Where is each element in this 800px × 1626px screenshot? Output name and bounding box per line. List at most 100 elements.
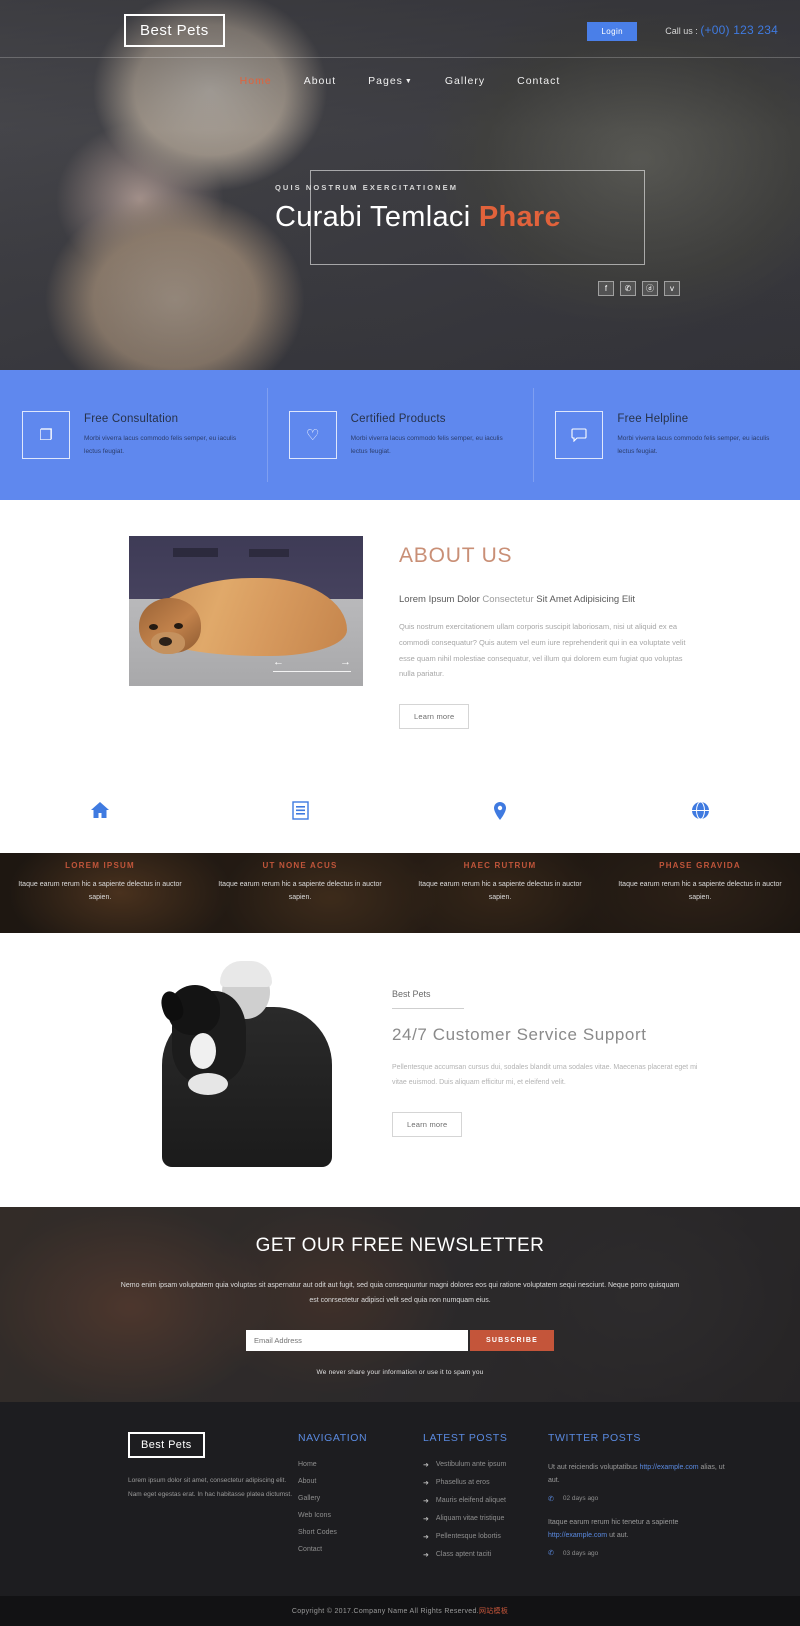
strip-title: PHASE GRAVIDA — [659, 861, 741, 870]
about-image-slider: ← → — [129, 536, 365, 729]
strip-text: Itaque earum rerum hic a sapiente delect… — [418, 881, 582, 902]
service-title: Free Consultation — [84, 412, 179, 425]
footer-latest-post-item[interactable]: ➜ Class aptent taciti — [423, 1551, 548, 1559]
slider-prev-arrow-icon[interactable]: ← — [273, 656, 284, 668]
about-learn-more-button[interactable]: Learn more — [399, 704, 470, 729]
twitter-post-text-before: Itaque earum rerum hic tenetur a sapient… — [548, 1518, 679, 1526]
site-logo[interactable]: Best Pets — [124, 14, 225, 47]
about-image-dog-eye-right — [174, 623, 183, 629]
call-us-block: Call us : (+00) 123 234 — [665, 23, 778, 37]
copyright-text: Copyright © 2017.Company Name All Rights… — [291, 1608, 479, 1616]
list-icon-svg — [291, 801, 309, 820]
email-input[interactable] — [245, 1330, 468, 1352]
about-subtitle-part-2: Sit Amet Adipisicing Elit — [536, 594, 636, 605]
about-image-dog-nose — [159, 637, 172, 646]
footer-latest-post-label: Vestibulum ante ipsum — [435, 1461, 507, 1468]
hero-text-block: QUIS NOSTRUM EXERCITATIONEM Curabi Temla… — [275, 183, 561, 234]
phone-number[interactable]: (+00) 123 234 — [700, 23, 778, 37]
main-navigation: Home About Pages ▼ Gallery Contact — [0, 57, 800, 89]
about-image-dog-eye-left — [149, 624, 158, 630]
footer-latest-post-label: Phasellus at eros — [435, 1479, 490, 1486]
strip-title: HAEC RUTRUM — [463, 861, 537, 870]
footer-link-about[interactable]: About — [298, 1478, 423, 1485]
facebook-icon[interactable]: f — [598, 281, 614, 296]
twitter-post-text: Ut aut reiciendis voluptatibus http://ex… — [548, 1461, 728, 1488]
footer-brand-column: Best Pets Lorem ipsum dolor sit amet, co… — [128, 1432, 298, 1570]
dribbble-icon[interactable]: ⓓ — [642, 281, 658, 296]
about-section: ← → ABOUT US Lorem Ipsum Dolor Consectet… — [0, 500, 800, 779]
footer-latest-post-label: Aliquam vitae tristique — [435, 1515, 505, 1522]
footer-link-contact[interactable]: Contact — [298, 1546, 423, 1553]
nav-item-pages-label: Pages — [368, 75, 403, 87]
twitter-post-link[interactable]: http://example.com — [548, 1532, 607, 1539]
support-image-dog-paw — [188, 1073, 228, 1095]
slider-progress-bar[interactable] — [273, 671, 351, 672]
vimeo-icon[interactable]: v — [664, 281, 680, 296]
twitter-icon[interactable]: ✆ — [620, 281, 636, 296]
twitter-post-link[interactable]: http://example.com — [639, 1464, 698, 1471]
footer-latest-post-item[interactable]: ➜ Vestibulum ante ipsum — [423, 1461, 548, 1469]
hero-social-links: f ✆ ⓓ v — [598, 281, 680, 296]
footer-latest-post-item[interactable]: ➜ Pellentesque lobortis — [423, 1533, 548, 1541]
footer-latest-post-label: Mauris eleifend aliquet — [435, 1497, 506, 1504]
footer-twitter-posts-heading: TWITTER POSTS — [548, 1432, 641, 1444]
footer-navigation-column: NAVIGATION Home About Gallery Web Icons … — [298, 1432, 423, 1570]
footer-logo[interactable]: Best Pets — [128, 1432, 205, 1458]
support-heading: 24/7 Customer Service Support — [392, 1025, 647, 1044]
home-icon[interactable] — [0, 801, 200, 827]
service-card-free-helpline[interactable]: Free Helpline Morbi viverra lacus commod… — [533, 370, 800, 500]
strip-text: Itaque earum rerum hic a sapiente delect… — [218, 881, 382, 902]
copyright-chinese-link[interactable]: 网站模板 — [479, 1608, 508, 1615]
service-card-free-consultation[interactable]: ❐ Free Consultation Morbi viverra lacus … — [0, 370, 267, 500]
newsletter-heading: GET OUR FREE NEWSLETTER — [255, 1235, 545, 1256]
copy-icon: ❐ — [22, 411, 70, 459]
service-title: Free Helpline — [617, 412, 689, 425]
footer-link-home[interactable]: Home — [298, 1461, 423, 1468]
twitter-post-meta: ✆ 03 days ago — [548, 1549, 728, 1558]
footer-latest-post-item[interactable]: ➜ Mauris eleifend aliquet — [423, 1497, 548, 1505]
strip-item: HAEC RUTRUM Itaque earum rerum hic a sap… — [400, 853, 600, 933]
hero-eyebrow: QUIS NOSTRUM EXERCITATIONEM — [275, 183, 459, 192]
footer-twitter-posts-column: TWITTER POSTS Ut aut reiciendis voluptat… — [548, 1432, 728, 1570]
arrow-right-icon: ➜ — [423, 1516, 429, 1523]
comment-icon-svg — [571, 428, 587, 442]
call-us-label: Call us : — [665, 26, 698, 36]
footer-link-gallery[interactable]: Gallery — [298, 1495, 423, 1502]
strip-text: Itaque earum rerum hic a sapiente delect… — [18, 881, 182, 902]
about-image-shelf-2 — [249, 549, 289, 557]
twitter-bird-icon: ✆ — [548, 1550, 554, 1558]
map-pin-icon-svg — [494, 802, 506, 820]
twitter-post-text-before: Ut aut reiciendis voluptatibus — [548, 1464, 640, 1471]
slider-next-arrow-icon[interactable]: → — [340, 656, 351, 668]
nav-item-about[interactable]: About — [304, 75, 336, 87]
strip-item: PHASE GRAVIDA Itaque earum rerum hic a s… — [600, 853, 800, 933]
footer-link-web-icons[interactable]: Web Icons — [298, 1512, 423, 1519]
map-pin-icon[interactable] — [400, 801, 600, 827]
newsletter-privacy-note: We never share your information or use i… — [316, 1369, 484, 1377]
nav-item-gallery[interactable]: Gallery — [445, 75, 485, 87]
slider-controls: ← → — [273, 656, 351, 672]
globe-icon[interactable] — [600, 801, 800, 827]
footer-link-short-codes[interactable]: Short Codes — [298, 1529, 423, 1536]
list-icon[interactable] — [200, 801, 400, 827]
nav-item-home[interactable]: Home — [240, 75, 272, 87]
support-learn-more-button[interactable]: Learn more — [392, 1112, 463, 1138]
nav-item-pages[interactable]: Pages ▼ — [368, 75, 413, 87]
subscribe-button[interactable]: SUBSCRIBE — [469, 1330, 555, 1352]
footer-latest-post-item[interactable]: ➜ Phasellus at eros — [423, 1479, 548, 1487]
service-card-certified-products[interactable]: ♡ Certified Products Morbi viverra lacus… — [266, 370, 534, 500]
support-image-dog-chest — [190, 1033, 216, 1069]
footer-latest-posts-heading: LATEST POSTS — [423, 1432, 508, 1444]
support-image-person-hair — [220, 961, 272, 987]
hero-section: Best Pets Login Call us : (+00) 123 234 … — [0, 0, 800, 370]
login-button[interactable]: Login — [587, 22, 637, 41]
hero-title: Curabi Temlaci Phare — [275, 201, 561, 234]
highlights-strip: LOREM IPSUM Itaque earum rerum hic a sap… — [0, 853, 800, 933]
twitter-post-item: Itaque earum rerum hic tenetur a sapient… — [548, 1516, 728, 1558]
nav-item-contact[interactable]: Contact — [517, 75, 560, 87]
twitter-bird-icon: ✆ — [548, 1495, 554, 1503]
footer-latest-post-item[interactable]: ➜ Aliquam vitae tristique — [423, 1515, 548, 1523]
heart-icon: ♡ — [288, 411, 337, 459]
strip-item: LOREM IPSUM Itaque earum rerum hic a sap… — [0, 853, 200, 933]
twitter-post-text-after: ut aut. — [607, 1531, 629, 1539]
